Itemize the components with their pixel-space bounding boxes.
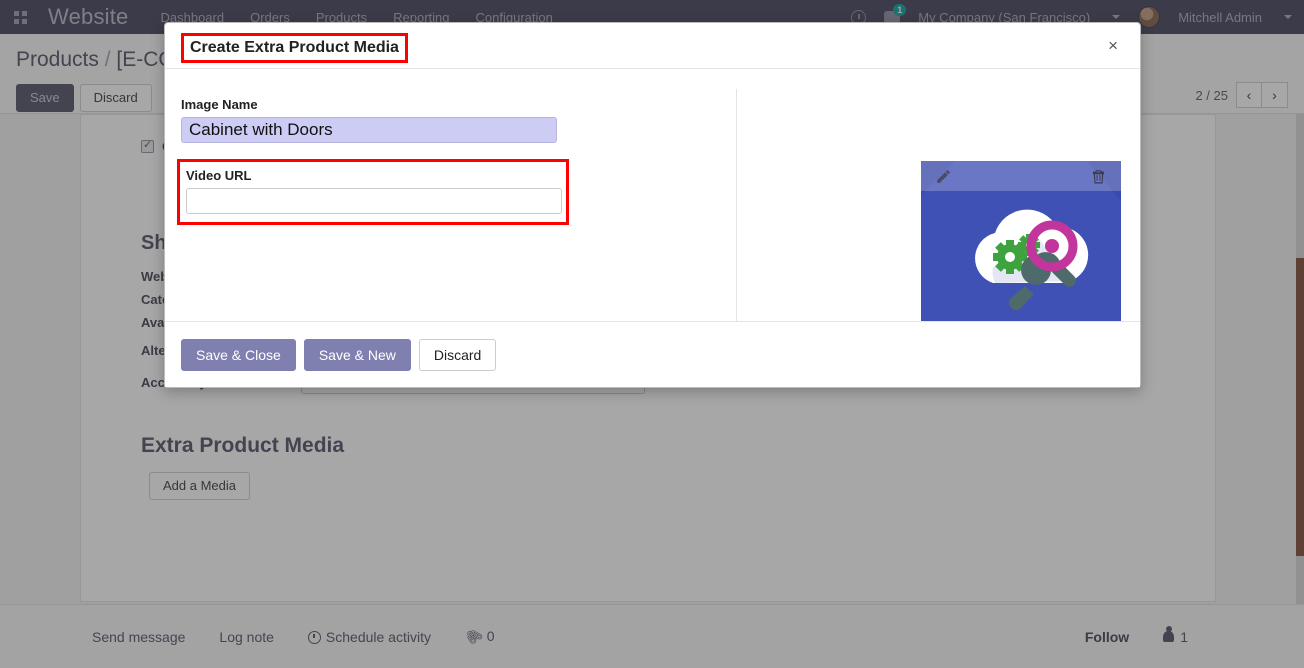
dialog-discard-button[interactable]: Discard — [418, 338, 497, 371]
media-form: Image Name Video URL — [177, 97, 573, 241]
video-url-label: Video URL — [186, 168, 252, 183]
close-icon[interactable]: × — [1102, 36, 1124, 55]
dialog-footer: Save & Close Save & New Discard — [165, 321, 1140, 387]
trash-icon[interactable] — [1090, 168, 1107, 185]
image-name-label: Image Name — [181, 97, 258, 112]
pencil-icon[interactable] — [935, 168, 952, 185]
create-extra-product-media-dialog: Create Extra Product Media × Image Name … — [164, 22, 1141, 388]
dialog-title: Create Extra Product Media — [181, 33, 408, 63]
video-url-group: Video URL — [177, 159, 569, 225]
dialog-divider — [736, 89, 737, 345]
image-name-input[interactable] — [181, 117, 557, 143]
save-and-new-button[interactable]: Save & New — [303, 338, 411, 371]
image-preview-toolbar — [921, 161, 1121, 191]
dialog-header: Create Extra Product Media × — [165, 23, 1140, 69]
video-url-input[interactable] — [186, 188, 562, 214]
image-name-group: Image Name — [181, 97, 573, 143]
dialog-body: Image Name Video URL — [165, 69, 1140, 361]
save-and-close-button[interactable]: Save & Close — [181, 338, 296, 371]
